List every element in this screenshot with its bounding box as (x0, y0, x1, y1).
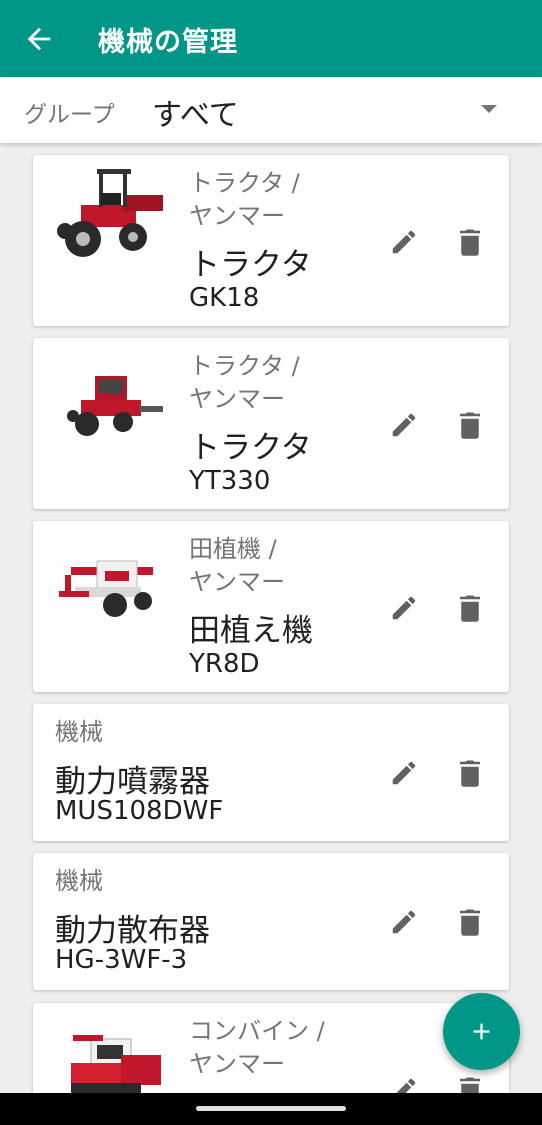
machine-card[interactable]: 機械 動力散布器 HG-3WF-3 (33, 853, 509, 990)
delete-icon[interactable] (457, 1075, 483, 1093)
home-handle[interactable] (196, 1106, 346, 1111)
edit-icon[interactable] (389, 593, 419, 623)
machine-category: 田植機 / (189, 535, 277, 563)
group-label: グループ (24, 102, 115, 128)
group-value[interactable]: すべて (152, 90, 239, 134)
plus-icon (473, 1023, 490, 1040)
machine-model: GK18 (189, 283, 260, 313)
edit-icon[interactable] (389, 907, 419, 937)
delete-icon[interactable] (457, 593, 483, 623)
machine-category: トラクタ / (189, 169, 300, 197)
page-title: 機械の管理 (98, 27, 238, 58)
machine-card[interactable]: 機械 動力噴霧器 MUS108DWF (33, 704, 509, 841)
machine-card[interactable]: コンバイン / ヤンマー (33, 1003, 509, 1093)
add-machine-button[interactable] (443, 993, 520, 1070)
machine-maker: ヤンマー (189, 385, 285, 413)
delete-icon[interactable] (457, 410, 483, 440)
machine-category: トラクタ / (189, 352, 300, 380)
machine-name: 動力噴霧器 (55, 764, 210, 800)
machine-model: MUS108DWF (55, 796, 224, 826)
delete-icon[interactable] (457, 758, 483, 788)
delete-icon[interactable] (457, 227, 483, 257)
machine-name: トラクタ (189, 430, 312, 466)
edit-icon[interactable] (389, 227, 419, 257)
machine-model: YT330 (189, 466, 271, 496)
machine-name: 田植え機 (189, 613, 313, 649)
tractor-image (57, 169, 163, 257)
machine-model: HG-3WF-3 (55, 945, 188, 975)
delete-icon[interactable] (457, 907, 483, 937)
edit-icon[interactable] (389, 410, 419, 440)
arrow-left-icon[interactable] (22, 22, 56, 56)
machine-maker: ヤンマー (189, 202, 285, 230)
app-bar: 機械の管理 (0, 0, 542, 77)
combine-harvester-image (71, 1035, 161, 1093)
group-selector[interactable]: グループ すべて (0, 77, 542, 143)
edit-icon[interactable] (389, 1075, 419, 1093)
machine-card[interactable]: トラクタ / ヤンマー トラクタ YT330 (33, 338, 509, 509)
machine-card[interactable]: 田植機 / ヤンマー 田植え機 YR8D (33, 521, 509, 692)
machine-maker: ヤンマー (189, 568, 285, 596)
machine-list: トラクタ / ヤンマー トラクタ GK18 トラクタ / ヤンマー トラクタ Y… (0, 143, 542, 1093)
rice-transplanter-image (59, 560, 153, 617)
edit-icon[interactable] (389, 758, 419, 788)
machine-category: コンバイン / (189, 1017, 325, 1045)
machine-category: 機械 (55, 867, 103, 895)
tractor-image (67, 376, 163, 436)
machine-name: 動力散布器 (55, 913, 210, 949)
machine-category: 機械 (55, 718, 103, 746)
system-nav-bar (0, 1093, 542, 1125)
machine-maker: ヤンマー (189, 1050, 285, 1078)
machine-model: YR8D (189, 649, 260, 679)
machine-name: トラクタ (189, 247, 312, 283)
machine-card[interactable]: トラクタ / ヤンマー トラクタ GK18 (33, 155, 509, 326)
dropdown-caret-icon[interactable] (481, 105, 497, 113)
